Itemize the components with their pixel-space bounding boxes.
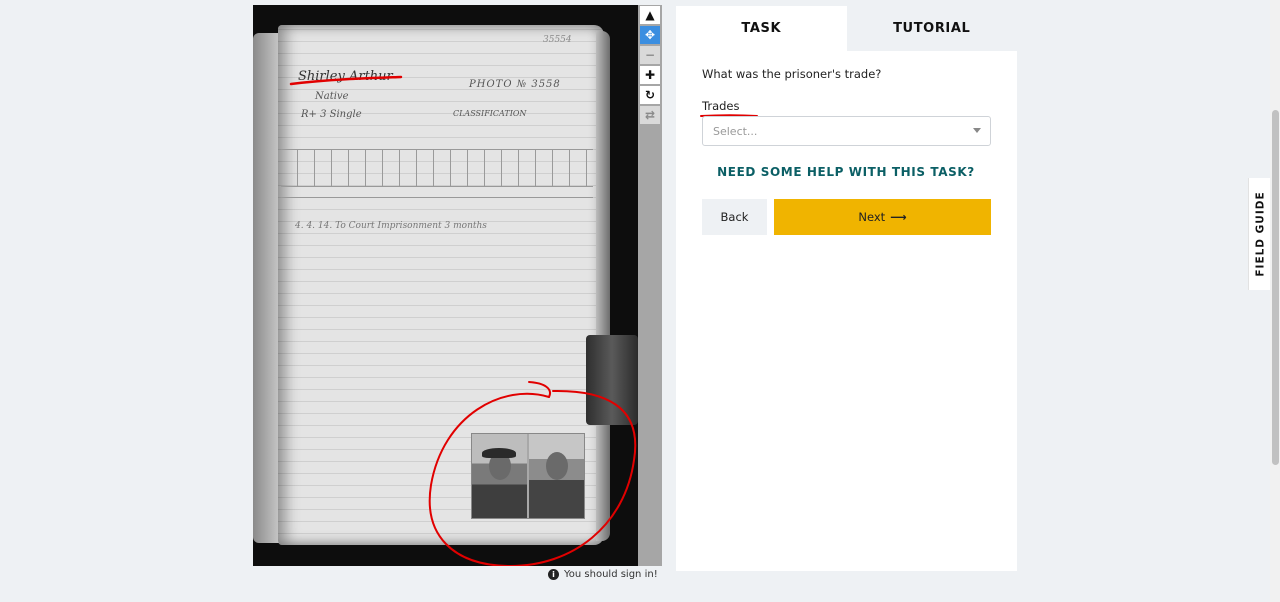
ledger-table-grid xyxy=(281,149,593,187)
tab-tutorial[interactable]: TUTORIAL xyxy=(846,6,1017,51)
signin-notice: i You should sign in! xyxy=(548,569,658,580)
trades-select-placeholder: Select... xyxy=(713,125,758,138)
ledger-nativity: Native xyxy=(315,91,349,102)
page-scrollbar-thumb[interactable] xyxy=(1272,110,1279,465)
ledger-remarks-line xyxy=(281,187,593,198)
trades-select[interactable]: Select... xyxy=(702,116,991,146)
ledger-classification: CLASSIFICATION xyxy=(453,109,527,118)
pointer-icon[interactable]: ▲ xyxy=(640,6,660,24)
task-tabs: TASK TUTORIAL xyxy=(676,6,1017,51)
ledger-entry-line: 4. 4. 14. To Court Imprisonment 3 months xyxy=(295,221,487,231)
move-icon[interactable]: ✥ xyxy=(640,26,660,44)
help-link[interactable]: NEED SOME HELP WITH THIS TASK? xyxy=(702,165,990,179)
task-panel: TASK TUTORIAL What was the prisoner's tr… xyxy=(676,6,1017,571)
chevron-down-icon xyxy=(973,128,981,133)
trades-label: Trades xyxy=(702,99,740,113)
viewer-toolbar: ▲ ✥ − ✚ ↻ ⇄ xyxy=(638,5,662,566)
arrow-right-icon: ⟶ xyxy=(890,210,907,224)
zoom-out-icon[interactable]: − xyxy=(640,46,660,64)
task-question: What was the prisoner's trade? xyxy=(702,67,882,81)
back-button[interactable]: Back xyxy=(702,199,767,235)
info-icon: i xyxy=(548,569,559,580)
reset-icon[interactable]: ⇄ xyxy=(640,106,660,124)
field-guide-label: FIELD GUIDE xyxy=(1255,191,1268,277)
ledger-folio-number: 35554 xyxy=(543,35,572,45)
signin-text: You should sign in! xyxy=(564,569,658,580)
ledger-page-right-edge xyxy=(596,31,610,541)
rotate-icon[interactable]: ↻ xyxy=(640,86,660,104)
mugshot-front xyxy=(529,434,584,518)
mugshot-photographs xyxy=(471,433,585,519)
ledger-photo-number: PHOTO № 3558 xyxy=(469,79,561,90)
mugshot-profile xyxy=(472,434,527,518)
next-button-label: Next xyxy=(858,210,886,224)
ledger-prisoner-name: Shirley Arthur xyxy=(298,69,393,84)
tab-task[interactable]: TASK xyxy=(676,6,847,51)
zoom-in-icon[interactable]: ✚ xyxy=(640,66,660,84)
binder-clip xyxy=(586,335,638,425)
next-button[interactable]: Next ⟶ xyxy=(774,199,991,235)
ledger-status: R+ 3 Single xyxy=(301,109,362,120)
subject-image-viewer[interactable]: 35554 Shirley Arthur Native PHOTO № 3558… xyxy=(253,5,638,566)
